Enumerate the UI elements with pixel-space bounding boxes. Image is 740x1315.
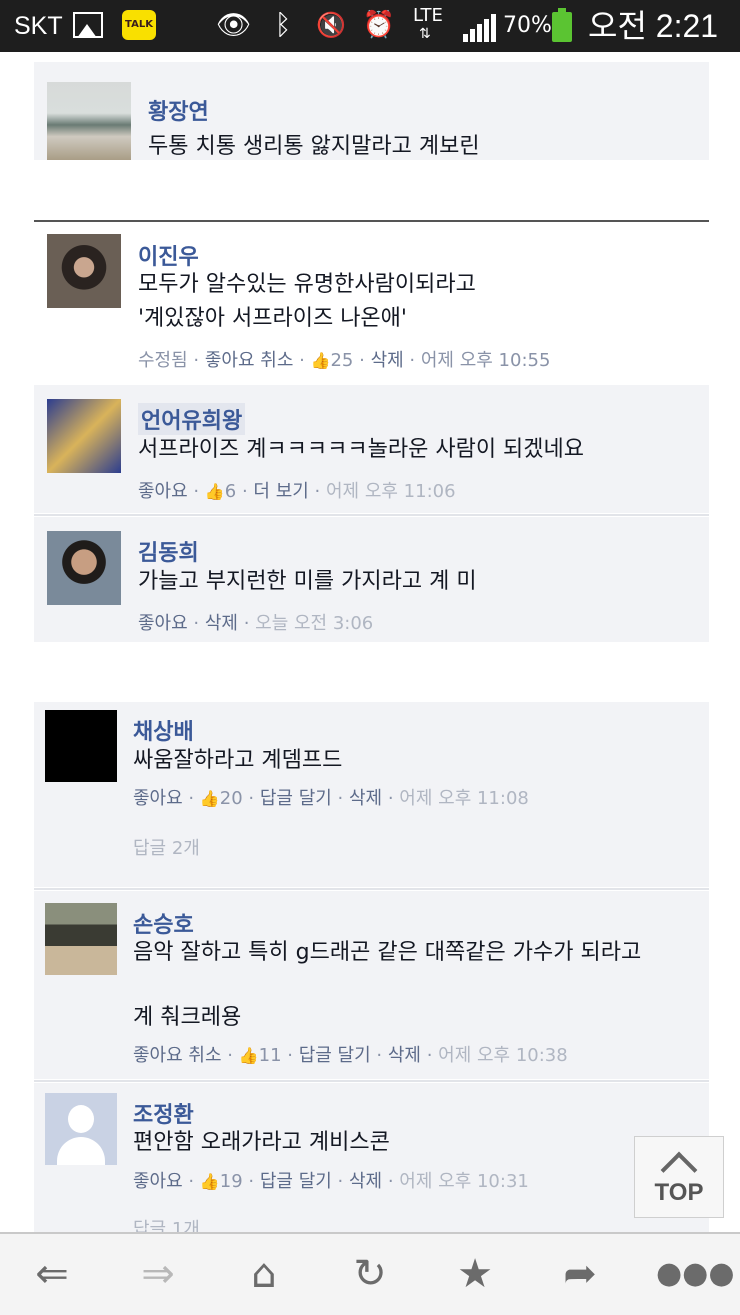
default-avatar-icon[interactable]	[45, 1093, 117, 1165]
comment-text: 계 춰크레용	[133, 1005, 242, 1030]
browser-toolbar: ⇐ ⇒ ⌂ ↻ ★ ➦ ●●●	[0, 1232, 740, 1315]
like-count[interactable]: 20	[220, 788, 243, 809]
avatar[interactable]	[47, 399, 121, 473]
refresh-icon[interactable]: ↻	[340, 1248, 400, 1300]
comment-item: 손승호 음악 잘하고 특히 g드래곤 같은 대쪽같은 가수가 되라고 계 춰크레…	[34, 891, 709, 1079]
comment-text: 서프라이즈 계ㅋㅋㅋㅋㅋ놀라운 사람이 되겠네요	[138, 437, 585, 462]
top-label: TOP	[654, 1179, 704, 1206]
like-button[interactable]: 좋아요	[138, 613, 188, 634]
delete-button[interactable]: 삭제	[371, 350, 404, 371]
comment-text: '계있잖아 서프라이즈 나온애'	[138, 306, 407, 331]
comment-item: 이진우 모두가 알수있는 유명한사람이되라고 '계있잖아 서프라이즈 나온애' …	[34, 222, 709, 382]
battery-charging-icon	[552, 8, 572, 42]
comment-separator	[34, 888, 709, 890]
back-icon[interactable]: ⇐	[22, 1248, 82, 1300]
thumbs-up-icon: 👍	[238, 1046, 259, 1065]
unlike-button[interactable]: 좋아요 취소	[133, 1045, 222, 1066]
mute-icon: 🔇	[316, 11, 346, 39]
reply-button[interactable]: 답글 달기	[260, 1171, 332, 1192]
more-button[interactable]: 더 보기	[253, 481, 308, 502]
comment-text: 두통 치통 생리통 앓지말라고 계보린	[148, 134, 480, 159]
alarm-icon: ⏰	[362, 10, 396, 40]
like-count[interactable]: 19	[220, 1171, 243, 1192]
comment-meta: 수정됨 · 좋아요 취소 · 👍25 · 삭제 · 어제 오후 10:55	[138, 350, 551, 371]
comment-text: 음악 잘하고 특히 g드래곤 같은 대쪽같은 가수가 되라고	[133, 940, 642, 965]
comment-meta: 좋아요 · 👍6 · 더 보기 · 어제 오후 11:06	[138, 481, 456, 502]
avatar[interactable]	[47, 531, 121, 605]
bluetooth-icon: ᛒ	[274, 8, 292, 41]
delete-button[interactable]: 삭제	[388, 1045, 421, 1066]
replies-link[interactable]: 답글 2개	[133, 834, 200, 860]
delete-button[interactable]: 삭제	[349, 1171, 382, 1192]
like-count[interactable]: 25	[330, 350, 353, 371]
delete-button[interactable]: 삭제	[205, 613, 238, 634]
signal-icon	[463, 14, 497, 42]
comment-time[interactable]: 오늘 오전 3:06	[255, 613, 373, 634]
like-count[interactable]: 11	[259, 1045, 282, 1066]
comment-author[interactable]: 황장연	[148, 94, 209, 126]
comment-time[interactable]: 어제 오후 10:55	[421, 350, 551, 371]
edited-label: 수정됨	[138, 350, 188, 371]
comment-text: 가늘고 부지런한 미를 가지라고 계 미	[138, 569, 477, 594]
comment-meta: 좋아요 · 삭제 · 오늘 오전 3:06	[138, 613, 374, 634]
unlike-button[interactable]: 좋아요 취소	[205, 350, 294, 371]
comment-item: 조정환 편안함 오래가라고 계비스콘 좋아요 · 👍19 · 답글 달기 · 삭…	[34, 1083, 709, 1232]
comment-time[interactable]: 어제 오후 10:38	[438, 1045, 568, 1066]
avatar[interactable]	[47, 82, 131, 160]
comment-text: 편안함 오래가라고 계비스콘	[133, 1130, 390, 1155]
comment-meta: 좋아요 취소 · 👍11 · 답글 달기 · 삭제 · 어제 오후 10:38	[133, 1045, 568, 1066]
avatar[interactable]	[47, 234, 121, 308]
comment-author[interactable]: 조정환	[133, 1097, 194, 1129]
like-button[interactable]: 좋아요	[133, 1171, 183, 1192]
status-bar: SKT TALK 👁 ᛒ 🔇 ⏰ LTE ⇅ 70% 오전 2:21	[0, 0, 740, 52]
clock: 오전 2:21	[588, 8, 719, 44]
comment-time[interactable]: 어제 오후 11:06	[326, 481, 456, 502]
reply-button[interactable]: 답글 달기	[299, 1045, 371, 1066]
bookmark-star-icon[interactable]: ★	[445, 1248, 505, 1300]
like-count[interactable]: 6	[225, 481, 236, 502]
like-button[interactable]: 좋아요	[133, 788, 183, 809]
comment-author[interactable]: 채상배	[133, 714, 194, 746]
carrier-label: SKT	[14, 12, 63, 40]
forward-icon[interactable]: ⇒	[128, 1248, 188, 1300]
network-type: LTE	[413, 5, 443, 26]
avatar[interactable]	[45, 710, 117, 782]
comment-item: 채상배 싸움잘하라고 계뎀프드 좋아요 · 👍20 · 답글 달기 · 삭제 ·…	[34, 702, 709, 887]
home-icon[interactable]: ⌂	[234, 1248, 294, 1300]
comment-item: 언어유희왕 서프라이즈 계ㅋㅋㅋㅋㅋ놀라운 사람이 되겠네요 좋아요 · 👍6 …	[34, 385, 709, 513]
avatar[interactable]	[45, 903, 117, 975]
comment-text: 모두가 알수있는 유명한사람이되라고	[138, 272, 476, 297]
gallery-notification-icon	[73, 12, 103, 38]
thumbs-up-icon: 👍	[199, 1172, 220, 1191]
comment-meta: 좋아요 · 👍20 · 답글 달기 · 삭제 · 어제 오후 11:08	[133, 788, 529, 809]
more-icon[interactable]: ●●●	[656, 1248, 735, 1300]
comment-time[interactable]: 어제 오후 11:08	[399, 788, 529, 809]
comment-author[interactable]: 김동희	[138, 535, 199, 567]
thumbs-up-icon: 👍	[310, 351, 331, 370]
battery-percent: 70%	[503, 13, 552, 38]
replies-link[interactable]: 답글 1개	[133, 1215, 200, 1232]
comment-text: 싸움잘하라고 계뎀프드	[133, 748, 343, 773]
data-arrows-icon: ⇅	[419, 26, 431, 42]
comment-time[interactable]: 어제 오후 10:31	[399, 1171, 529, 1192]
delete-button[interactable]: 삭제	[349, 788, 382, 809]
share-icon[interactable]: ➦	[550, 1248, 610, 1300]
comment-author[interactable]: 이진우	[138, 239, 199, 271]
thumbs-up-icon: 👍	[199, 789, 220, 808]
comment-author[interactable]: 언어유희왕	[138, 403, 246, 435]
comment-meta: 좋아요 · 👍19 · 답글 달기 · 삭제 · 어제 오후 10:31	[133, 1171, 529, 1192]
comment-item: 김동희 가늘고 부지런한 미를 가지라고 계 미 좋아요 · 삭제 · 오늘 오…	[34, 517, 709, 642]
comment-author[interactable]: 손승호	[133, 907, 194, 939]
comment-separator	[34, 1080, 709, 1082]
scroll-to-top-button[interactable]: TOP	[634, 1136, 724, 1218]
thumbs-up-icon: 👍	[204, 482, 225, 501]
comment-feed[interactable]: 황장연 두통 치통 생리통 앓지말라고 계보린 이진우 모두가 알수있는 유명한…	[0, 52, 740, 1232]
comment-item: 황장연 두통 치통 생리통 앓지말라고 계보린	[34, 62, 709, 160]
like-button[interactable]: 좋아요	[138, 481, 188, 502]
reply-button[interactable]: 답글 달기	[260, 788, 332, 809]
comment-separator	[34, 514, 709, 516]
kakaotalk-icon: TALK	[122, 10, 156, 40]
eye-icon: 👁	[216, 8, 252, 41]
